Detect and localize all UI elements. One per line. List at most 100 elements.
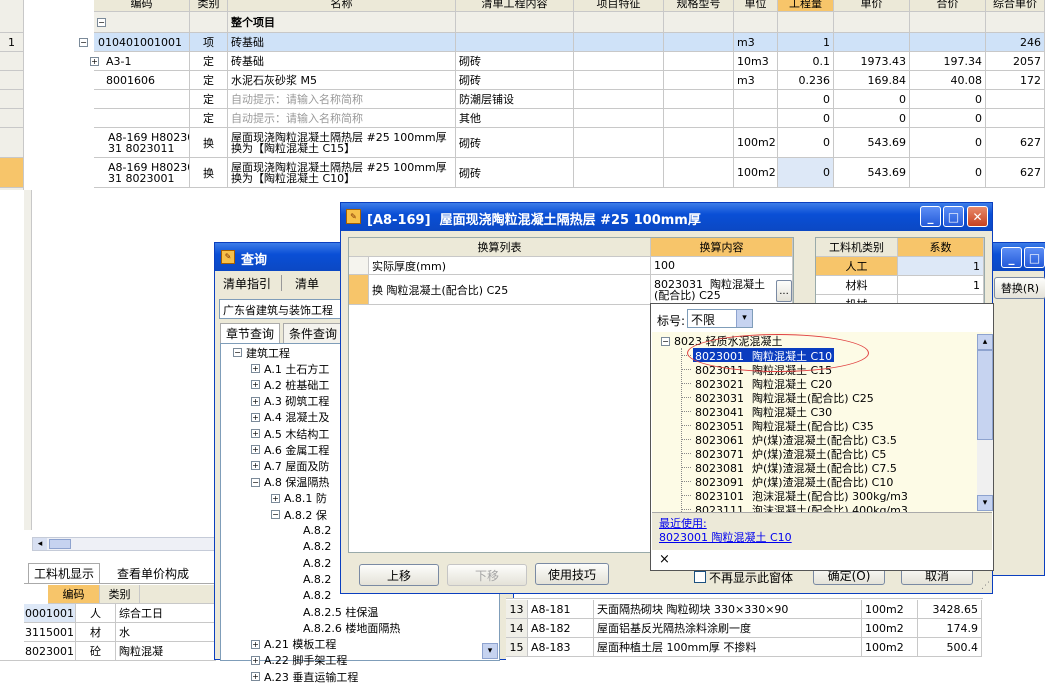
grid-cell[interactable]: 换 bbox=[190, 128, 228, 158]
row-number[interactable] bbox=[0, 71, 24, 90]
grid-cell[interactable] bbox=[910, 33, 986, 52]
grid-cell[interactable]: 0 bbox=[910, 109, 986, 128]
row-number[interactable] bbox=[0, 128, 24, 158]
tree-node[interactable]: − A.8 保温隔热 bbox=[251, 475, 329, 490]
collapse-icon[interactable]: − bbox=[251, 477, 260, 487]
grid-cell[interactable] bbox=[734, 109, 778, 128]
grid-cell[interactable]: 屋面现浇陶粒混凝土隔热层 #25 100mm厚 换为【陶粒混凝土 C15】 bbox=[228, 128, 456, 158]
grid-cell[interactable]: 172 bbox=[986, 71, 1045, 90]
price-cell[interactable]: 174.9 bbox=[918, 619, 982, 638]
grid-cell[interactable] bbox=[986, 90, 1045, 109]
maximize-button[interactable]: □ bbox=[943, 206, 964, 227]
grid-cell[interactable]: A8-169 H80230 31 8023011 bbox=[94, 128, 190, 158]
row-number[interactable] bbox=[0, 52, 24, 71]
name-cell[interactable]: 屋面铝基反光隔热涂料涂刷一度 bbox=[594, 619, 862, 638]
grid-cell[interactable]: 0.236 bbox=[778, 71, 834, 90]
grid-cell[interactable]: 定 bbox=[190, 109, 228, 128]
dialog-titlebar[interactable]: ✎ [A8-169] 屋面现浇陶粒混凝土隔热层 #25 100mm厚 bbox=[341, 203, 992, 231]
grid-cell[interactable] bbox=[574, 128, 664, 158]
grid-cell[interactable]: 0 bbox=[834, 90, 910, 109]
grid-cell[interactable]: 627 bbox=[986, 158, 1045, 188]
grid-cell[interactable] bbox=[456, 33, 574, 52]
coef-labor[interactable]: 1 bbox=[898, 257, 984, 276]
scroll-up-icon[interactable]: ▴ bbox=[977, 334, 993, 350]
scroll-thumb[interactable] bbox=[977, 350, 993, 440]
grid-cell[interactable]: 自动提示：请输入名称简称 bbox=[228, 90, 456, 109]
tree-node[interactable]: − 建筑工程 bbox=[233, 345, 290, 360]
grid-cell[interactable]: 砌砖 bbox=[456, 52, 574, 71]
dropdown-item[interactable]: 8023021 陶粒混凝土 C20 bbox=[693, 376, 834, 391]
row-number[interactable] bbox=[0, 12, 24, 33]
grid-cell[interactable]: 1973.43 bbox=[834, 52, 910, 71]
tab-qingdan-zhiyin[interactable]: 清单指引 bbox=[223, 275, 271, 292]
code-cell[interactable]: A8-183 bbox=[528, 638, 594, 657]
tab-price-composition[interactable]: 查看单价构成 bbox=[112, 563, 194, 583]
grid-cell[interactable]: 0 bbox=[910, 158, 986, 188]
grid-cell[interactable] bbox=[94, 109, 190, 128]
price-cell[interactable]: 3428.65 bbox=[918, 600, 982, 619]
grid-cell[interactable] bbox=[834, 12, 910, 33]
grid-cell[interactable]: 砌砖 bbox=[456, 71, 574, 90]
row-number[interactable] bbox=[0, 90, 24, 109]
grid-cell[interactable] bbox=[664, 128, 734, 158]
collapse-icon[interactable]: − bbox=[233, 348, 242, 357]
dropdown-close-button[interactable]: × bbox=[659, 552, 670, 567]
grid-cell[interactable]: 0 bbox=[910, 90, 986, 109]
tree-node[interactable]: + A.1 土石方工 bbox=[251, 361, 329, 376]
dropdown-item[interactable]: 8023081 炉(煤)渣混凝土(配合比) C7.5 bbox=[693, 460, 899, 475]
price-cell[interactable]: 500.4 bbox=[918, 638, 982, 657]
grid-cell[interactable]: 防潮层铺设 bbox=[456, 90, 574, 109]
grid-cell[interactable] bbox=[574, 90, 664, 109]
dropdown-item[interactable]: 8023071 炉(煤)渣混凝土(配合比) C5 bbox=[693, 446, 888, 461]
grid-cell[interactable]: 197.34 bbox=[910, 52, 986, 71]
expand-icon[interactable]: + bbox=[251, 380, 260, 390]
close-button[interactable]: ✕ bbox=[967, 206, 988, 227]
grade-select[interactable]: 不限 ▾ bbox=[687, 309, 753, 328]
expand-icon[interactable]: + bbox=[251, 429, 260, 438]
tree-node[interactable]: A.8.2 bbox=[303, 588, 331, 603]
grid-cell[interactable] bbox=[664, 109, 734, 128]
grid-cell[interactable]: 定 bbox=[190, 90, 228, 109]
move-down-button[interactable]: 下移 bbox=[447, 564, 527, 586]
expand-icon[interactable]: + bbox=[271, 493, 280, 503]
grid-cell[interactable] bbox=[574, 52, 664, 71]
grid-cell[interactable]: 100m2 bbox=[734, 128, 778, 158]
expand-icon[interactable]: + bbox=[251, 412, 260, 422]
grid-cell[interactable]: 0 bbox=[778, 128, 834, 158]
grid-cell[interactable]: 0.1 bbox=[778, 52, 834, 71]
tree-node[interactable]: A.8.2 bbox=[303, 572, 331, 587]
grid-cell[interactable] bbox=[664, 12, 734, 33]
scroll-left-icon[interactable]: ◂ bbox=[33, 538, 47, 550]
grid-cell[interactable]: 627 bbox=[986, 128, 1045, 158]
row-number[interactable]: 14 bbox=[506, 619, 528, 638]
row-number[interactable]: 15 bbox=[506, 638, 528, 657]
row-number[interactable] bbox=[0, 109, 24, 128]
collapse-icon[interactable]: − bbox=[79, 38, 88, 47]
expand-icon[interactable]: + bbox=[251, 396, 260, 406]
ellipsis-button[interactable]: ... bbox=[776, 280, 792, 302]
tree-node[interactable]: A.8.2.5 柱保温 bbox=[303, 604, 378, 619]
dropdown-item[interactable]: 8023041 陶粒混凝土 C30 bbox=[693, 404, 834, 419]
grid-cell[interactable]: 定 bbox=[190, 52, 228, 71]
grid-cell[interactable]: 0 bbox=[834, 109, 910, 128]
grid-cell[interactable]: 1 bbox=[778, 33, 834, 52]
bg-maximize-button[interactable]: □ bbox=[1024, 247, 1045, 268]
tree-node[interactable]: + A.22 脚手架工程 bbox=[251, 653, 347, 668]
tree-node[interactable]: A.8.2.6 楼地面隔热 bbox=[303, 620, 400, 635]
grid-cell[interactable]: 砌砖 bbox=[456, 158, 574, 188]
expand-icon[interactable]: + bbox=[251, 655, 260, 665]
code-cell[interactable]: 8023001 bbox=[24, 642, 76, 661]
tips-button[interactable]: 使用技巧 bbox=[535, 563, 609, 585]
grid-cell[interactable] bbox=[734, 90, 778, 109]
tab-qingdan[interactable]: 清单 bbox=[295, 275, 319, 292]
grid-cell[interactable] bbox=[574, 12, 664, 33]
grid-cell[interactable]: − bbox=[94, 12, 190, 33]
tree-node[interactable]: A.8.2 bbox=[303, 523, 331, 538]
row-number[interactable] bbox=[0, 158, 24, 188]
dropdown-item[interactable]: 8023091 炉(煤)渣混凝土(配合比) C10 bbox=[693, 474, 895, 489]
coef-material[interactable]: 1 bbox=[898, 276, 984, 295]
dropdown-vscroll[interactable]: ▴ ▾ bbox=[977, 334, 993, 511]
dropdown-item[interactable]: 8023061 炉(煤)渣混凝土(配合比) C3.5 bbox=[693, 432, 899, 447]
unit-cell[interactable]: 100m2 bbox=[862, 638, 918, 657]
grid-cell[interactable] bbox=[574, 109, 664, 128]
